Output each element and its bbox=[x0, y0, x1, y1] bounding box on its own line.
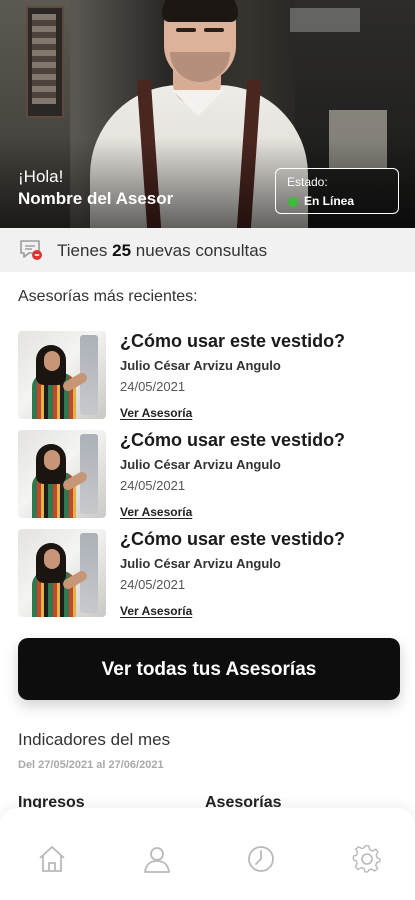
consultation-client: Julio César Arvizu Angulo bbox=[120, 556, 281, 571]
consultation-date: 24/05/2021 bbox=[120, 577, 186, 592]
consultation-title: ¿Cómo usar este vestido? bbox=[120, 529, 346, 549]
recent-consultation-card[interactable]: ¿Cómo usar este vestido? Julio César Arv… bbox=[18, 430, 398, 520]
new-consultations-count: 25 bbox=[112, 241, 132, 260]
view-consultation-link[interactable]: Ver Asesoría bbox=[120, 604, 192, 618]
indicators-date-range: Del 27/05/2021 al 27/06/2021 bbox=[18, 759, 164, 771]
consultation-client: Julio César Arvizu Angulo bbox=[120, 358, 281, 373]
status-value: En Línea bbox=[304, 194, 355, 208]
hero-background-poster bbox=[26, 6, 64, 118]
bottom-nav bbox=[0, 808, 415, 900]
hero-banner: ¡Hola! Nombre del Asesor Estado: En Líne… bbox=[0, 0, 415, 228]
nav-history-clock-icon[interactable] bbox=[246, 844, 276, 874]
consultation-date: 24/05/2021 bbox=[120, 478, 186, 493]
consultation-title: ¿Cómo usar este vestido? bbox=[120, 331, 346, 351]
consultation-thumbnail bbox=[18, 331, 106, 419]
indicators-title: Indicadores del mes bbox=[18, 730, 171, 749]
consultation-title: ¿Cómo usar este vestido? bbox=[120, 430, 346, 450]
new-consultations-text: Tienes 25 nuevas consultas bbox=[57, 241, 268, 260]
chat-alert-icon bbox=[19, 239, 43, 261]
nav-settings-gear-icon[interactable] bbox=[352, 844, 382, 874]
consultation-date: 24/05/2021 bbox=[120, 379, 186, 394]
advisor-name: Nombre del Asesor bbox=[18, 189, 174, 208]
view-consultation-link[interactable]: Ver Asesoría bbox=[120, 406, 192, 420]
new-consultations-banner[interactable]: Tienes 25 nuevas consultas bbox=[0, 228, 415, 272]
status-toggle[interactable]: Estado: En Línea bbox=[275, 168, 399, 214]
nav-profile-user-icon[interactable] bbox=[142, 844, 172, 874]
status-label: Estado: bbox=[287, 175, 328, 189]
recent-section-title: Asesorías más recientes: bbox=[18, 288, 198, 305]
view-all-consultations-button[interactable]: Ver todas tus Asesorías bbox=[18, 638, 400, 700]
recent-consultation-card[interactable]: ¿Cómo usar este vestido? Julio César Arv… bbox=[18, 331, 398, 421]
greeting-text: ¡Hola! bbox=[18, 167, 64, 186]
consultation-thumbnail bbox=[18, 529, 106, 617]
consultation-client: Julio César Arvizu Angulo bbox=[120, 457, 281, 472]
recent-consultation-card[interactable]: ¿Cómo usar este vestido? Julio César Arv… bbox=[18, 529, 398, 619]
consultation-thumbnail bbox=[18, 430, 106, 518]
online-dot-icon bbox=[288, 197, 298, 207]
nav-home-icon[interactable] bbox=[37, 844, 67, 874]
view-consultation-link[interactable]: Ver Asesoría bbox=[120, 505, 192, 519]
